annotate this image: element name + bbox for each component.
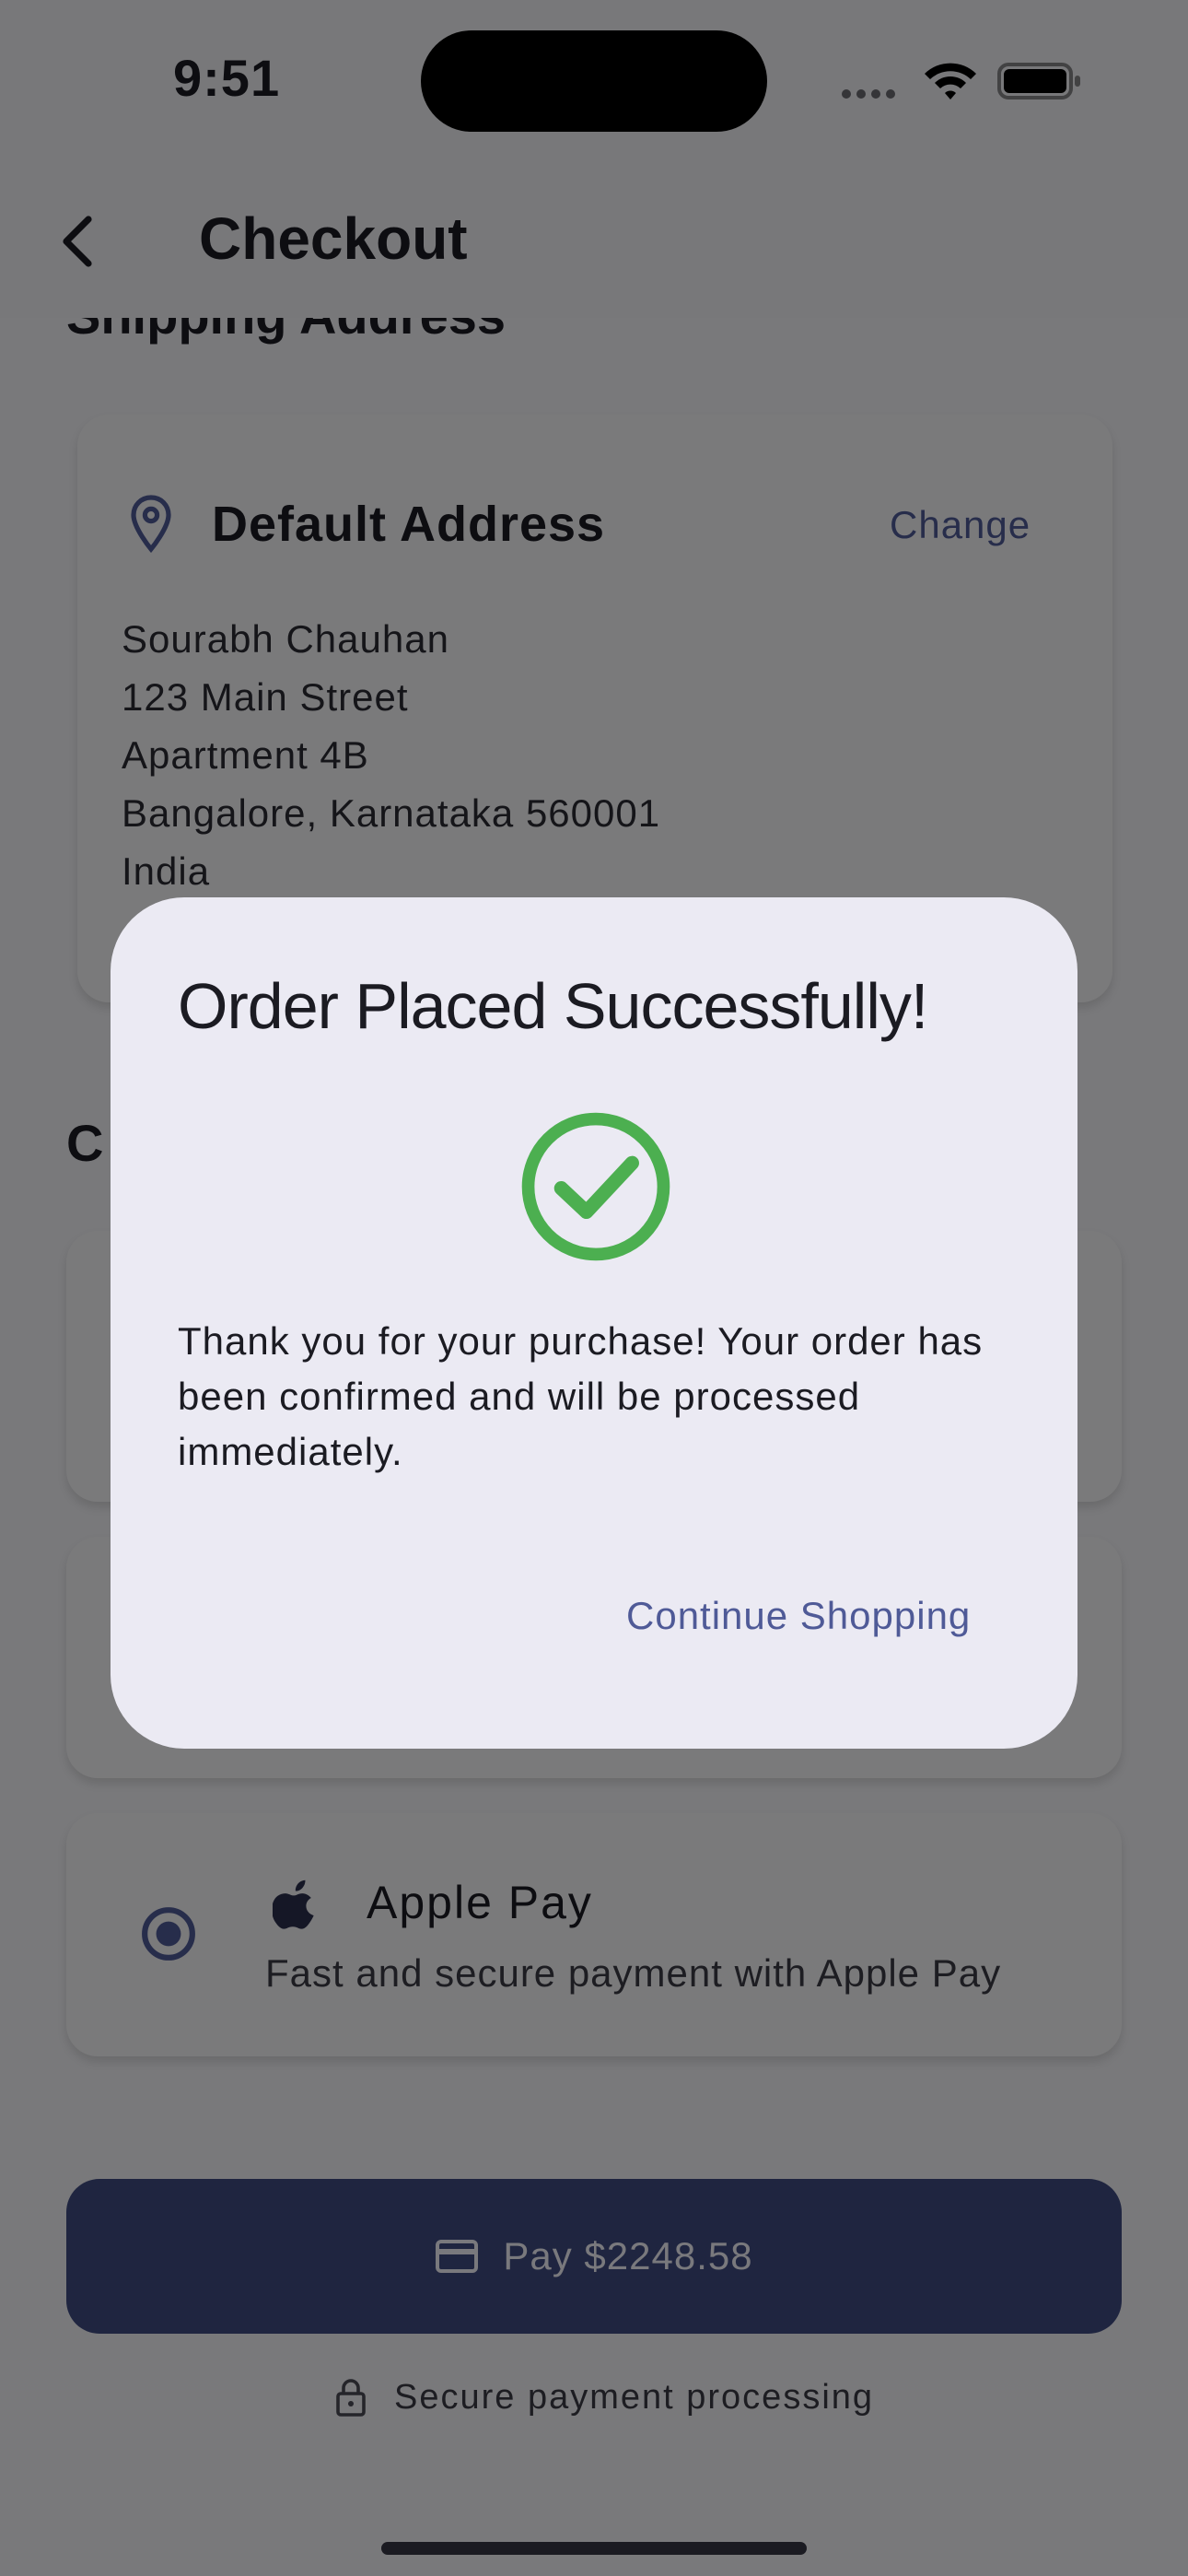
- dialog-message: Thank you for your purchase! Your order …: [178, 1319, 984, 1473]
- continue-shopping-button[interactable]: Continue Shopping: [617, 1587, 980, 1645]
- order-success-dialog: Order Placed Successfully! Thank you for…: [111, 897, 1077, 1749]
- home-indicator: [381, 2542, 807, 2555]
- dialog-title: Order Placed Successfully!: [178, 970, 928, 1042]
- check-circle-icon: [521, 1112, 670, 1261]
